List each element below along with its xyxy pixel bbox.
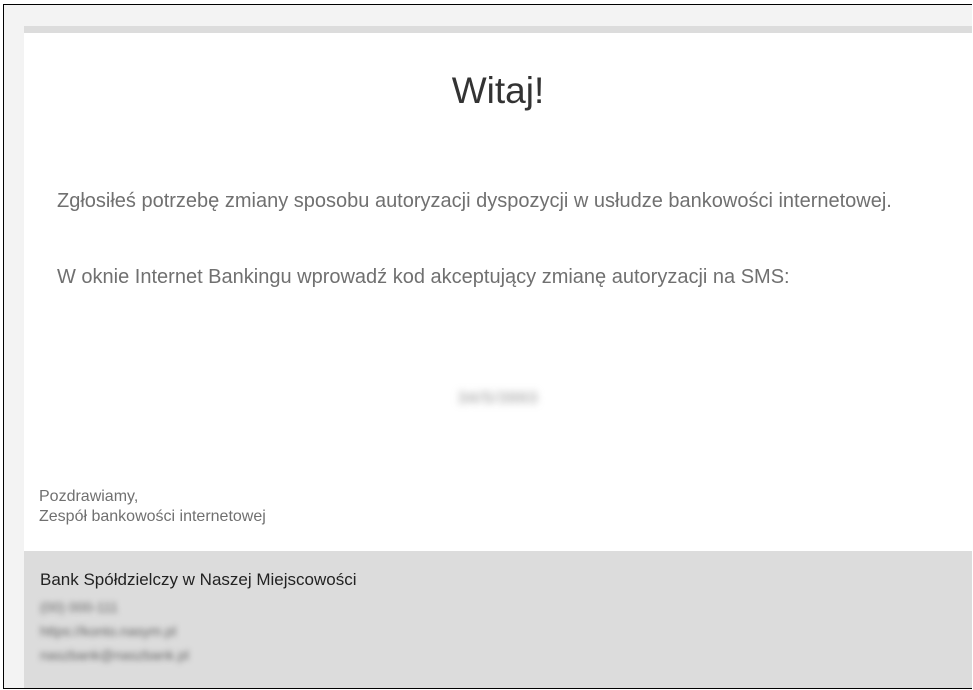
message-paragraph-2: W oknie Internet Bankingu wprowadź kod a…	[57, 266, 790, 288]
email-frame: Witaj! Zgłosiłeś potrzebę zmiany sposobu…	[3, 4, 972, 689]
message-paragraph-1: Zgłosiłeś potrzebę zmiany sposobu autory…	[57, 190, 892, 212]
verification-code: 34/5/3993	[457, 390, 539, 407]
bank-email-link[interactable]: naszbank@naszbank.pl	[40, 647, 189, 663]
footer: Bank Spółdzielczy w Naszej Miejscowości …	[24, 551, 972, 688]
bank-phone: (00) 000-111	[40, 599, 119, 615]
signoff-team: Zespół bankowości internetowej	[39, 508, 266, 525]
bank-website-link[interactable]: https://konto.nasym.pl	[40, 623, 176, 639]
email-body: Witaj! Zgłosiłeś potrzebę zmiany sposobu…	[24, 33, 972, 551]
greeting-heading: Witaj!	[451, 70, 545, 111]
signoff: Pozdrawiamy, Zespół bankowości interneto…	[39, 487, 266, 527]
signoff-greeting: Pozdrawiamy,	[39, 488, 139, 505]
top-strip	[24, 26, 972, 33]
bank-name: Bank Spółdzielczy w Naszej Miejscowości	[40, 570, 357, 589]
